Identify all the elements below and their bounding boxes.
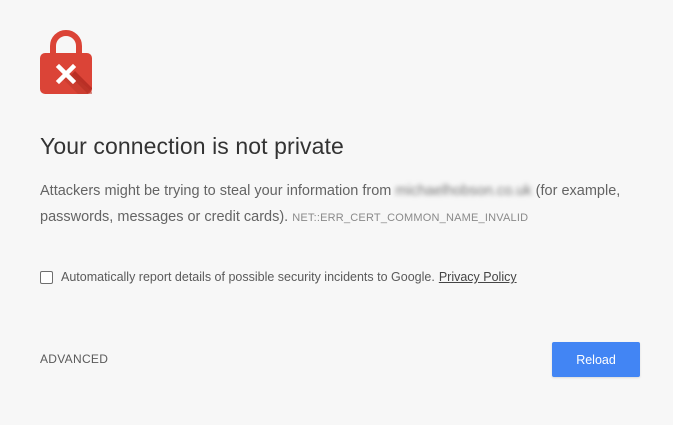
advanced-button[interactable]: ADVANCED [40, 352, 108, 366]
privacy-policy-link[interactable]: Privacy Policy [439, 270, 517, 284]
page-title: Your connection is not private [40, 133, 344, 159]
report-checkbox[interactable] [40, 270, 53, 284]
error-code[interactable]: NET::ERR_CERT_COMMON_NAME_INVALID [292, 212, 528, 224]
report-label[interactable]: Automatically report details of possible… [61, 270, 435, 284]
report-option: Automatically report details of possible… [40, 270, 517, 284]
blurred-domain: michaelhobson.co.uk [395, 183, 532, 199]
explanation-text: Attackers might be trying to steal your … [40, 183, 396, 199]
lock-error-icon [40, 30, 92, 94]
reload-button[interactable]: Reload [552, 342, 640, 377]
error-explanation: Attackers might be trying to steal your … [40, 178, 640, 231]
